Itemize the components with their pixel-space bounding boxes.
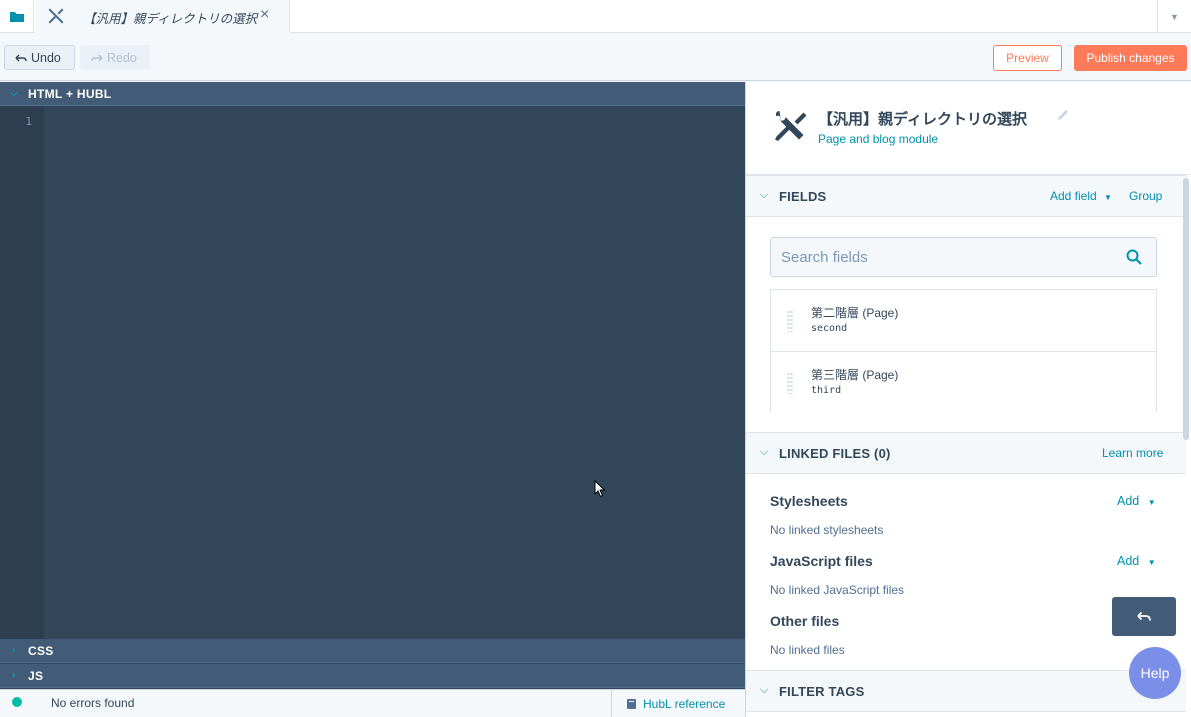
module-header: 【汎用】親ディレクトリの選択 Page and blog module xyxy=(746,82,1191,175)
js-section-header[interactable]: › JS xyxy=(0,664,745,688)
add-label: Add xyxy=(1117,554,1140,568)
file-browser-button[interactable] xyxy=(0,0,34,33)
undo-button[interactable]: Undo xyxy=(4,45,75,70)
chevron-down-icon: ▼ xyxy=(1147,498,1156,507)
preview-button[interactable]: Preview xyxy=(993,45,1062,71)
javascript-empty-text: No linked JavaScript files xyxy=(770,583,905,597)
add-field-label: Add field xyxy=(1050,189,1097,203)
line-gutter: 1 xyxy=(0,106,44,639)
chevron-down-icon: ▼ xyxy=(1104,193,1112,202)
tab-title: 【汎用】親ディレクトリの選択 xyxy=(83,12,258,26)
add-label: Add xyxy=(1117,494,1140,508)
chevron-down-icon: ⌵ xyxy=(760,684,769,696)
redo-button[interactable]: Redo xyxy=(80,45,150,70)
panel-scrollbar[interactable] xyxy=(1183,178,1189,440)
book-icon xyxy=(627,698,636,709)
search-icon[interactable] xyxy=(1126,249,1142,265)
search-fields-box xyxy=(770,237,1157,277)
line-number: 1 xyxy=(25,115,32,128)
other-files-empty-text: No linked files xyxy=(770,643,845,657)
chevron-down-icon: ⌵ xyxy=(760,189,769,201)
status-bar: No errors found HubL reference xyxy=(0,689,745,717)
status-text: No errors found xyxy=(51,696,135,710)
toolbar: Undo Redo Preview Publish changes xyxy=(0,33,1191,81)
folder-icon xyxy=(9,12,24,22)
mouse-cursor-icon xyxy=(594,480,606,498)
filter-tags-section-header[interactable]: ⌵ FILTER TAGS xyxy=(746,670,1186,712)
add-stylesheet-dropdown[interactable]: Add ▼ xyxy=(1117,494,1156,508)
other-files-title: Other files xyxy=(770,613,840,629)
field-key: third xyxy=(811,385,842,396)
tab-module[interactable]: 【汎用】親ディレクトリの選択 × xyxy=(35,0,290,33)
field-key: second xyxy=(811,323,848,334)
stylesheets-empty-text: No linked stylesheets xyxy=(770,523,884,537)
field-item[interactable]: 第二階層 (Page) second xyxy=(771,290,1156,351)
tools-icon xyxy=(775,111,807,141)
pencil-icon[interactable] xyxy=(1056,108,1070,122)
code-editor: ⌵ HTML + HUBL 1 › CSS › JS xyxy=(0,82,745,689)
javascript-files-title: JavaScript files xyxy=(770,553,873,569)
help-button[interactable]: Help xyxy=(1129,647,1181,699)
add-javascript-dropdown[interactable]: Add ▼ xyxy=(1117,554,1156,568)
linked-files-section-header[interactable]: ⌵ LINKED FILES (0) Learn more xyxy=(746,432,1186,474)
field-list: 第二階層 (Page) second 第三階層 (Page) third xyxy=(770,289,1157,412)
css-section-header[interactable]: › CSS xyxy=(0,639,745,663)
chevron-down-icon: ▼ xyxy=(1170,11,1179,22)
tab-bar: 【汎用】親ディレクトリの選択 × ▼ xyxy=(0,0,1191,33)
redo-icon xyxy=(91,54,103,61)
hubl-reference-link[interactable]: HubL reference xyxy=(611,690,745,717)
css-section-label: CSS xyxy=(28,643,54,658)
js-section-label: JS xyxy=(28,668,44,683)
undo-icon xyxy=(15,54,27,61)
publish-changes-button[interactable]: Publish changes xyxy=(1074,45,1187,71)
fields-section-header[interactable]: ⌵ FIELDS Add field ▼ Group xyxy=(746,175,1186,217)
tools-icon xyxy=(48,8,64,24)
module-type-link[interactable]: Page and blog module xyxy=(818,132,938,146)
stylesheets-title: Stylesheets xyxy=(770,493,848,509)
undo-icon xyxy=(1137,611,1151,621)
add-field-dropdown[interactable]: Add field ▼ xyxy=(1050,189,1112,203)
group-link[interactable]: Group xyxy=(1129,189,1162,203)
chevron-right-icon: › xyxy=(12,645,16,656)
hubl-reference-label: HubL reference xyxy=(643,696,726,711)
drag-handle-icon[interactable] xyxy=(787,310,793,332)
filter-tags-title: FILTER TAGS xyxy=(779,684,865,699)
linked-files-title: LINKED FILES (0) xyxy=(779,446,891,461)
field-name: 第三階層 (Page) xyxy=(811,368,899,382)
status-indicator xyxy=(12,697,22,707)
fields-title: FIELDS xyxy=(779,189,827,204)
code-text-area[interactable] xyxy=(44,106,745,639)
chevron-down-icon: ▼ xyxy=(1147,558,1156,567)
module-title: 【汎用】親ディレクトリの選択 xyxy=(818,111,1027,128)
chevron-down-icon: ⌵ xyxy=(760,446,769,458)
close-icon[interactable]: × xyxy=(260,6,269,24)
tab-menu-button[interactable]: ▼ xyxy=(1157,0,1191,33)
field-item[interactable]: 第三階層 (Page) third xyxy=(771,351,1156,412)
chevron-right-icon: › xyxy=(12,670,16,681)
undo-label: Undo xyxy=(31,50,61,65)
chevron-down-icon: ⌵ xyxy=(10,88,18,99)
floating-undo-button[interactable] xyxy=(1112,597,1176,636)
learn-more-link[interactable]: Learn more xyxy=(1102,446,1163,460)
html-section-label: HTML + HUBL xyxy=(28,86,112,101)
redo-label: Redo xyxy=(107,50,137,65)
html-section-header[interactable]: ⌵ HTML + HUBL xyxy=(0,82,745,106)
drag-handle-icon[interactable] xyxy=(787,372,793,394)
search-fields-input[interactable] xyxy=(771,238,1111,276)
field-name: 第二階層 (Page) xyxy=(811,306,899,320)
